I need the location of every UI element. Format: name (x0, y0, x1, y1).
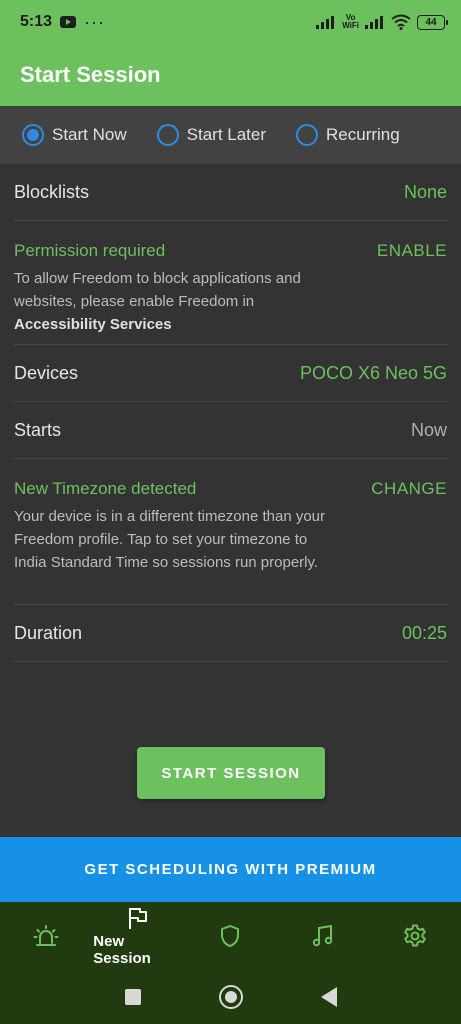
row-duration[interactable]: Duration 00:25 (13, 605, 448, 662)
flag-icon (129, 908, 148, 929)
alarm-icon (33, 925, 59, 946)
nav-new-session[interactable]: New Session (93, 905, 183, 967)
duration-label: Duration (14, 622, 83, 643)
signal-icon (316, 16, 335, 29)
timezone-title: New Timezone detected (14, 479, 197, 498)
recents-button[interactable] (124, 989, 141, 1005)
signal-icon (365, 16, 383, 29)
music-icon (312, 924, 332, 947)
starts-value: Now (410, 419, 447, 440)
radio-unselected-icon (156, 124, 179, 146)
nav-label-new-session: New Session (93, 933, 151, 967)
wifi-icon (391, 14, 411, 30)
back-icon (320, 987, 337, 1007)
status-bar: 5:13 ··· Vo WiFi 44 (0, 0, 461, 44)
enable-button[interactable]: ENABLE (377, 241, 447, 261)
radio-label: Start Later (186, 125, 267, 144)
row-devices[interactable]: Devices POCO X6 Neo 5G (13, 345, 448, 402)
radio-unselected-icon (296, 124, 319, 146)
home-icon (218, 985, 243, 1009)
row-timezone[interactable]: New Timezone detected Your device is in … (13, 459, 448, 605)
more-notifications-icon: ··· (84, 11, 106, 32)
permission-description: To allow Freedom to block applications a… (14, 270, 301, 333)
premium-banner[interactable]: GET SCHEDULING WITH PREMIUM (0, 837, 461, 902)
devices-value: POCO X6 Neo 5G (299, 362, 447, 383)
gear-icon (404, 924, 426, 947)
battery-icon: 44 (417, 14, 448, 30)
row-starts[interactable]: Starts Now (13, 402, 448, 459)
row-permission[interactable]: Permission required To allow Freedom to … (13, 221, 448, 345)
vowifi-icon: Vo WiFi (342, 13, 359, 30)
shield-icon (221, 925, 240, 947)
permission-title: Permission required (14, 241, 166, 260)
nav-shield[interactable] (185, 923, 275, 949)
system-nav-bar (0, 970, 461, 1024)
youtube-icon (60, 16, 77, 28)
bottom-nav: New Session (0, 902, 461, 970)
start-session-button[interactable]: START SESSION (137, 747, 325, 799)
duration-value: 00:25 (401, 622, 447, 643)
row-blocklists[interactable]: Blocklists None (13, 164, 448, 221)
start-options-group: Start Now Start Later Recurring (0, 106, 461, 164)
page-title: Start Session (20, 62, 161, 87)
nav-settings[interactable] (370, 923, 460, 949)
accessibility-services-text: Accessibility Services (14, 316, 172, 333)
timezone-description: Your device is in a different timezone t… (14, 508, 326, 571)
radio-start-now[interactable]: Start Now (22, 124, 127, 146)
devices-label: Devices (14, 362, 79, 383)
blocklists-label: Blocklists (14, 181, 90, 202)
app-bar: Start Session (0, 44, 461, 106)
blocklists-value: None (403, 181, 447, 202)
radio-selected-icon (22, 124, 44, 146)
back-button[interactable] (320, 987, 337, 1007)
home-button[interactable] (218, 985, 243, 1009)
change-timezone-button[interactable]: CHANGE (371, 479, 447, 499)
session-settings-list: Blocklists None Permission required To a… (13, 164, 448, 662)
status-time: 5:13 (20, 13, 53, 30)
radio-recurring[interactable]: Recurring (296, 124, 400, 146)
starts-label: Starts (14, 419, 62, 440)
radio-label: Recurring (326, 125, 400, 144)
radio-label: Start Now (52, 125, 127, 144)
radio-start-later[interactable]: Start Later (156, 124, 267, 146)
nav-alarm[interactable] (1, 923, 91, 949)
nav-music[interactable] (278, 923, 368, 949)
recents-icon (124, 989, 141, 1005)
